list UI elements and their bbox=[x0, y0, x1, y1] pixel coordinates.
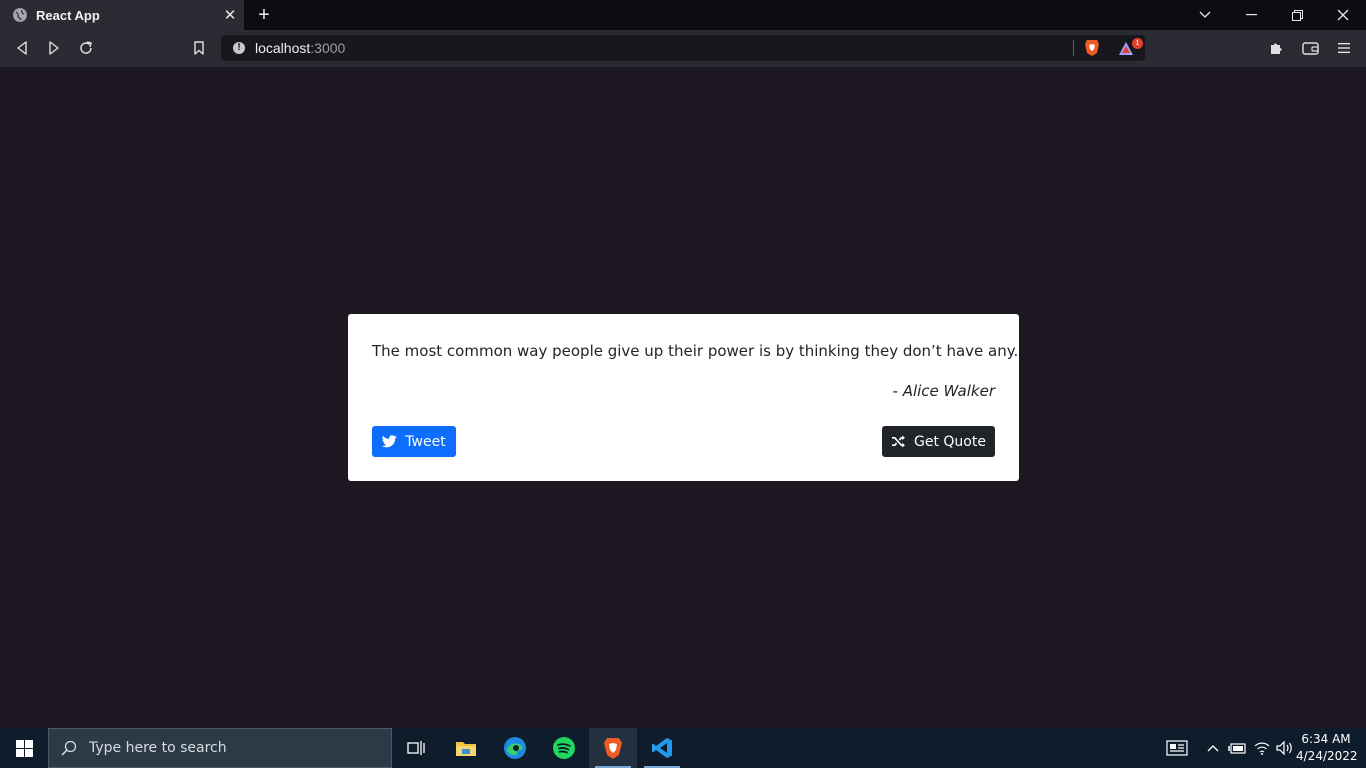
back-button[interactable] bbox=[12, 38, 32, 58]
browser-tab-strip: React App ✕ + bbox=[0, 0, 1366, 30]
brave-shields-icon[interactable] bbox=[1084, 39, 1100, 62]
extensions-icon[interactable] bbox=[1266, 38, 1286, 58]
search-icon bbox=[61, 740, 77, 756]
notification-badge: 1 bbox=[1132, 38, 1143, 49]
battery-icon[interactable] bbox=[1227, 728, 1247, 768]
tweet-button[interactable]: Tweet bbox=[372, 426, 456, 457]
address-divider bbox=[1073, 40, 1074, 56]
clock-time: 6:34 AM bbox=[1301, 732, 1351, 746]
get-quote-button[interactable]: Get Quote bbox=[882, 426, 995, 457]
news-widget-icon[interactable] bbox=[1162, 728, 1192, 768]
search-placeholder: Type here to search bbox=[89, 740, 227, 756]
tab-search-chevron-icon[interactable] bbox=[1182, 0, 1228, 30]
bookmark-icon[interactable] bbox=[189, 38, 209, 58]
task-view-icon[interactable] bbox=[392, 728, 440, 768]
minimize-button[interactable] bbox=[1228, 0, 1274, 30]
clock-date: 4/24/2022 bbox=[1296, 749, 1358, 763]
new-tab-button[interactable]: + bbox=[254, 5, 274, 25]
browser-toolbar: ! localhost:3000 1 bbox=[0, 30, 1366, 67]
tab-title: React App bbox=[36, 7, 100, 23]
forward-button[interactable] bbox=[44, 38, 64, 58]
quote-box: The most common way people give up their… bbox=[348, 314, 1019, 481]
close-window-button[interactable] bbox=[1320, 0, 1366, 30]
globe-icon bbox=[13, 8, 27, 22]
get-quote-button-label: Get Quote bbox=[914, 433, 986, 450]
edge-icon[interactable] bbox=[491, 728, 539, 768]
windows-taskbar: Type here to search 6:34 AM 4/24/2022 bbox=[0, 728, 1366, 768]
brave-browser-icon[interactable] bbox=[589, 728, 637, 768]
wallet-icon[interactable] bbox=[1300, 38, 1320, 58]
wifi-icon[interactable] bbox=[1252, 728, 1272, 768]
quote-author: - Alice Walker bbox=[892, 382, 995, 400]
taskbar-clock[interactable]: 6:34 AM 4/24/2022 bbox=[1296, 731, 1358, 765]
file-explorer-icon[interactable] bbox=[442, 728, 490, 768]
windows-start-button[interactable] bbox=[0, 728, 48, 768]
shuffle-icon bbox=[892, 435, 906, 448]
menu-icon[interactable] bbox=[1334, 38, 1354, 58]
tab-react-app[interactable]: React App ✕ bbox=[0, 0, 244, 30]
restore-button[interactable] bbox=[1274, 0, 1320, 30]
taskbar-search-box[interactable]: Type here to search bbox=[48, 728, 392, 768]
reload-button[interactable] bbox=[76, 38, 96, 58]
tweet-button-label: Tweet bbox=[405, 433, 446, 450]
address-bar[interactable]: ! localhost:3000 1 bbox=[221, 35, 1145, 61]
spotify-icon[interactable] bbox=[540, 728, 588, 768]
twitter-icon bbox=[382, 435, 397, 448]
volume-icon[interactable] bbox=[1275, 728, 1295, 768]
close-tab-icon[interactable]: ✕ bbox=[222, 7, 238, 24]
site-info-icon[interactable]: ! bbox=[233, 42, 245, 54]
quote-text: The most common way people give up their… bbox=[372, 342, 1019, 360]
windows-logo-icon bbox=[15, 739, 33, 757]
vscode-icon[interactable] bbox=[638, 728, 686, 768]
show-hidden-icons-chevron-icon[interactable] bbox=[1203, 728, 1223, 768]
url-text: localhost:3000 bbox=[255, 40, 346, 56]
